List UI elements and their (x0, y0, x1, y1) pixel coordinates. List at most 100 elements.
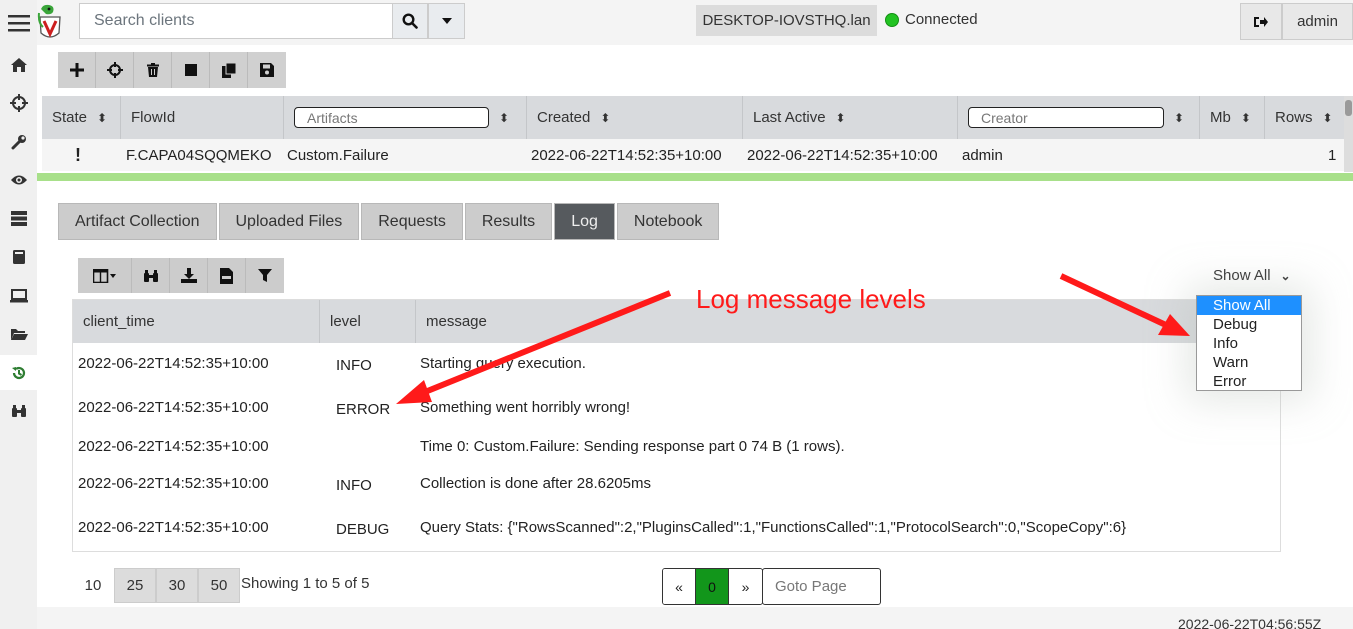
flow-creator: admin (962, 146, 1003, 164)
logout-button[interactable] (1240, 3, 1282, 40)
new-collection-button[interactable] (58, 52, 96, 88)
chevron-down-icon: ⌄ (1280, 268, 1291, 283)
sort-icon: ⬍ (97, 110, 108, 125)
next-page-button[interactable]: » (729, 569, 762, 604)
sign-out-icon (1254, 16, 1268, 27)
crosshairs-icon[interactable] (0, 88, 37, 118)
page-size-50[interactable]: 50 (198, 568, 240, 603)
caret-down-icon (441, 18, 452, 24)
laptop-icon[interactable] (0, 281, 37, 311)
level-option-debug[interactable]: Debug (1197, 315, 1301, 334)
menu-icon[interactable] (0, 8, 37, 38)
page-size-30[interactable]: 30 (156, 568, 198, 603)
status-text: Connected (905, 11, 978, 28)
sort-icon: ⬍ (835, 110, 846, 125)
column-label: FlowId (131, 109, 176, 126)
filter-button[interactable] (246, 258, 284, 293)
flow-row[interactable]: ! F.CAPA04SQQMEKO Custom.Failure 2022-06… (42, 139, 1344, 171)
binoculars-icon[interactable] (0, 396, 37, 426)
column-last-active[interactable]: Last Active ⬍ (743, 96, 958, 139)
log-time: 2022-06-22T14:52:35+10:00 (78, 519, 269, 536)
tab-results[interactable]: Results (464, 203, 553, 240)
search-icon (402, 13, 418, 29)
tab-artifact-collection[interactable]: Artifact Collection (58, 203, 217, 240)
search-options-dropdown[interactable] (428, 3, 465, 39)
top-bar: Search clients DESKTOP-IOVSTHQ.lan Conne… (37, 0, 1353, 45)
history-icon[interactable] (0, 355, 37, 390)
download-button[interactable] (170, 258, 208, 293)
column-creator: Creator ⬍ (958, 96, 1200, 139)
flow-created: 2022-06-22T14:52:35+10:00 (531, 146, 722, 164)
delete-collection-button[interactable] (134, 52, 172, 88)
level-option-warn[interactable]: Warn (1197, 353, 1301, 372)
flow-last-active: 2022-06-22T14:52:35+10:00 (747, 146, 938, 164)
wrench-icon[interactable] (0, 127, 37, 157)
save-collection-button[interactable] (248, 52, 286, 88)
level-option-error[interactable]: Error (1197, 372, 1301, 391)
column-label: State (52, 109, 88, 126)
velociraptor-logo-icon[interactable] (37, 3, 63, 41)
column-state[interactable]: State ⬍ (42, 96, 121, 139)
log-message: Something went horribly wrong! (420, 399, 631, 416)
sort-icon: ⬍ (1240, 110, 1251, 125)
log-message: Query Stats: {"RowsScanned":2,"PluginsCa… (420, 519, 1127, 536)
home-icon[interactable] (0, 50, 37, 80)
current-page-button[interactable]: 0 (696, 569, 729, 604)
level-filter-dropdown: Show All Debug Info Warn Error (1196, 295, 1302, 391)
folder-open-icon[interactable] (0, 319, 37, 349)
page-size-25[interactable]: 25 (114, 568, 156, 603)
column-label: Last Active (753, 109, 826, 126)
column-rows[interactable]: Rows ⬍ (1265, 96, 1344, 139)
plus-icon (69, 63, 84, 77)
user-menu-button[interactable]: admin (1282, 3, 1353, 40)
binoculars-icon (143, 269, 158, 282)
level-filter-value: Show All (1213, 267, 1271, 284)
flow-state-error-icon: ! (75, 144, 81, 165)
pagination-summary: Showing 1 to 5 of 5 (241, 575, 370, 592)
sort-icon[interactable]: ⬍ (499, 111, 509, 125)
export-csv-button[interactable] (208, 258, 246, 293)
tab-uploaded-files[interactable]: Uploaded Files (218, 203, 360, 240)
search-input[interactable]: Search clients (79, 3, 393, 39)
flows-scrollbar-thumb[interactable] (1345, 100, 1352, 116)
column-client-time[interactable]: client_time (73, 300, 320, 343)
sort-icon: ⬍ (1322, 110, 1333, 125)
pane-splitter[interactable] (37, 173, 1353, 181)
copy-icon (221, 62, 236, 78)
eye-icon[interactable] (0, 165, 37, 195)
creator-filter-input[interactable]: Creator (968, 107, 1164, 128)
column-selector-button[interactable] (78, 258, 132, 293)
server-time: 2022-06-22T04:56:55Z (1178, 616, 1322, 629)
main-panel: State ⬍ FlowId Artifacts ⬍ Created ⬍ Last … (37, 45, 1353, 607)
column-level[interactable]: level (320, 300, 416, 343)
log-level: DEBUG (336, 521, 390, 538)
column-flowid[interactable]: FlowId (121, 96, 284, 139)
flow-toolbar (58, 52, 286, 88)
copy-collection-button[interactable] (210, 52, 248, 88)
goto-page-placeholder: Goto Page (775, 578, 847, 595)
artifacts-filter-input[interactable]: Artifacts (294, 107, 489, 128)
tab-notebook[interactable]: Notebook (616, 203, 720, 240)
tab-log[interactable]: Log (554, 203, 615, 240)
column-label: Created (537, 109, 591, 126)
goto-page-input[interactable]: Goto Page (762, 568, 881, 605)
column-label: Rows (1275, 109, 1313, 126)
column-mb[interactable]: Mb ⬍ (1200, 96, 1265, 139)
filter-icon (258, 268, 272, 282)
hunt-collection-button[interactable] (96, 52, 134, 88)
save-icon (260, 63, 274, 77)
page-size-10[interactable]: 10 (72, 568, 114, 603)
prev-page-button[interactable]: « (663, 569, 696, 604)
server-icon[interactable] (0, 203, 37, 233)
level-option-show-all[interactable]: Show All (1197, 296, 1301, 315)
search-button[interactable] (392, 3, 428, 39)
connection-status: Connected (885, 11, 978, 28)
column-created[interactable]: Created ⬍ (527, 96, 743, 139)
level-option-info[interactable]: Info (1197, 334, 1301, 353)
book-icon[interactable] (0, 242, 37, 272)
tab-requests[interactable]: Requests (361, 203, 463, 240)
stop-collection-button[interactable] (172, 52, 210, 88)
search-log-button[interactable] (132, 258, 170, 293)
sort-icon[interactable]: ⬍ (1174, 111, 1184, 125)
level-filter-select[interactable]: Show All ⌄ (1213, 267, 1291, 284)
